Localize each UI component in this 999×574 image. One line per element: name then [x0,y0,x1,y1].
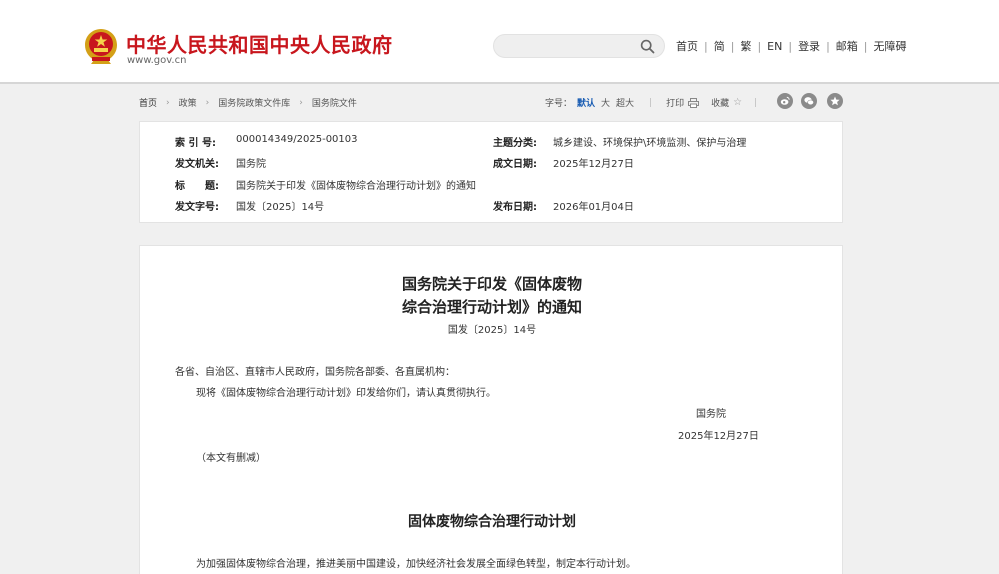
nav-separator: | [757,39,762,53]
breadcrumb: 首页 › 政策 › 国务院政策文件库 › 国务院文件 [139,96,357,110]
nav-traditional-link[interactable]: 繁 [740,38,751,54]
document-number: 国发〔2025〕14号 [447,325,537,336]
nav-separator: | [704,39,708,53]
document-title: 国务院关于印发《固体废物 综合治理行动计划》的通知 [140,273,844,319]
breadcrumb-policy[interactable]: 政策 [179,96,197,109]
nav-accessibility-link[interactable]: 无障碍 [874,38,907,54]
doc-number-label: 发文字号: [175,202,219,213]
wechat-icon[interactable] [801,93,817,109]
search-box[interactable] [493,34,665,58]
abridged-note: （本文有删减） [196,453,266,464]
document-title-line: 国务院关于印发《固体废物 [401,275,582,293]
qzone-icon[interactable] [827,93,843,109]
issuer-label: 发文机关: [175,159,219,170]
sub-toolbar: 首页 › 政策 › 国务院政策文件库 › 国务院文件 字号： 默认 大 超大 |… [139,92,843,112]
category-value: 城乡建设、环境保护\环境监测、保护与治理 [553,138,747,149]
breadcrumb-policy-library[interactable]: 国务院政策文件库 [218,96,290,109]
index-number-label: 索 引 号: [175,138,216,149]
signature: 国务院 [696,409,726,420]
document-metadata: 索 引 号: 000014349/2025-00103 主题分类: 城乡建设、环… [139,121,843,223]
font-size-xlarge[interactable]: 超大 [616,96,634,109]
nav-mail-link[interactable]: 邮箱 [836,38,858,54]
site-header: 中华人民共和国中央人民政府 www.gov.cn 首页 | 简 | 繁 | EN… [0,0,999,84]
publish-date-label: 发布日期: [493,202,537,213]
nav-home-link[interactable]: 首页 [676,38,698,54]
tool-separator: | [649,97,653,108]
nav-separator: | [826,39,830,53]
addressee: 各省、自治区、直辖市人民政府，国务院各部委、各直属机构： [175,367,455,378]
weibo-icon[interactable] [777,93,793,109]
search-icon[interactable] [640,39,655,54]
article-tools: 字号： 默认 大 超大 | 打印 收藏 ☆ | [545,96,769,109]
subject-label: 标 题: [175,181,219,192]
article-body: 国务院关于印发《固体废物 综合治理行动计划》的通知 国发〔2025〕14号 各省… [139,245,843,574]
font-size-default[interactable]: 默认 [577,96,595,109]
print-icon[interactable] [688,97,700,108]
nav-separator: | [730,39,735,53]
index-number-value: 000014349/2025-00103 [236,134,358,145]
date-written-label: 成文日期: [493,159,537,170]
date-written-value: 2025年12月27日 [553,159,634,170]
nav-separator: | [863,39,868,53]
top-nav: 首页 | 简 | 繁 | EN | 登录 | 邮箱 | 无障碍 [676,38,907,54]
document-title-line: 综合治理行动计划》的通知 [401,298,582,316]
tool-separator: | [754,97,758,108]
chevron-right-icon: › [299,97,303,108]
doc-number-value: 国发〔2025〕14号 [236,202,325,213]
issuer-value: 国务院 [236,159,266,170]
breadcrumb-home[interactable]: 首页 [139,96,157,109]
font-size-large[interactable]: 大 [601,96,610,109]
site-url: www.gov.cn [127,55,187,66]
national-emblem-icon[interactable] [84,28,118,65]
section-title: 固体废物综合治理行动计划 [408,514,576,530]
nav-login-link[interactable]: 登录 [798,38,820,54]
star-icon[interactable]: ☆ [733,97,742,108]
chevron-right-icon: › [205,97,210,108]
print-label[interactable]: 打印 [666,96,684,109]
site-title[interactable]: 中华人民共和国中央人民政府 [126,29,393,58]
font-size-label: 字号： [545,99,573,109]
body-paragraph: 现将《固体废物综合治理行动计划》印发给你们，请认真贯彻执行。 [196,388,496,399]
category-label: 主题分类: [493,138,537,149]
subject-value: 国务院关于印发《固体废物综合治理行动计划》的通知 [236,181,476,192]
publish-date-value: 2026年01月04日 [553,202,634,213]
nav-separator: | [788,39,793,53]
breadcrumb-state-council-docs[interactable]: 国务院文件 [312,96,357,109]
search-input[interactable] [504,38,634,54]
nav-simplified-link[interactable]: 简 [714,38,725,54]
sign-date: 2025年12月27日 [678,431,759,442]
nav-english-link[interactable]: EN [767,40,782,53]
intro-paragraph: 为加强固体废物综合治理，推进美丽中国建设，加快经济社会发展全面绿色转型，制定本行… [196,559,636,570]
chevron-right-icon: › [166,97,170,108]
favorite-label[interactable]: 收藏 [711,96,729,109]
